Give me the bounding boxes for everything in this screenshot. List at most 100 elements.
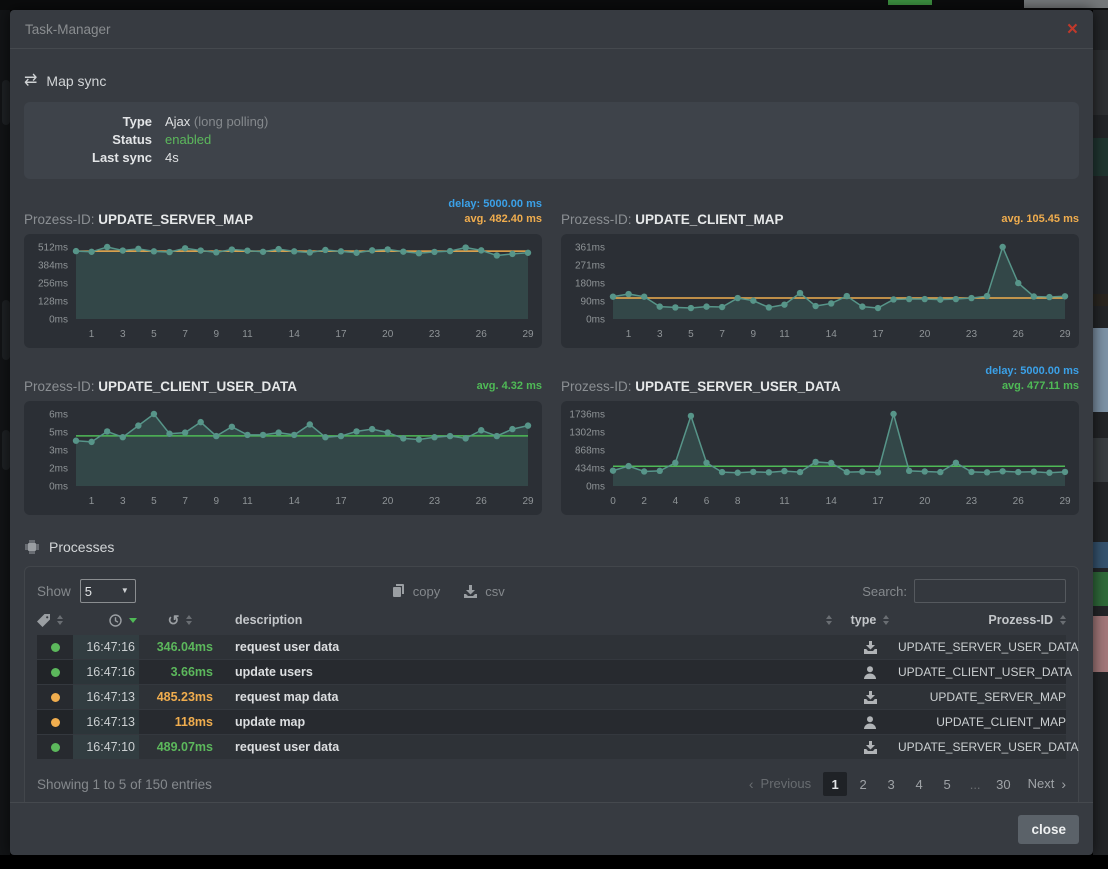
download-icon	[842, 691, 898, 704]
svg-text:29: 29	[1059, 496, 1071, 507]
chart-title: Prozess-ID: UPDATE_SERVER_USER_DATA	[561, 379, 841, 396]
description-cell: request map data	[221, 690, 842, 704]
svg-text:5: 5	[688, 329, 694, 340]
svg-text:0ms: 0ms	[49, 315, 68, 326]
svg-text:0ms: 0ms	[586, 482, 605, 493]
delay-label	[477, 364, 542, 379]
svg-text:3: 3	[120, 496, 126, 507]
user-icon	[842, 716, 898, 729]
page-button-30[interactable]: 30	[991, 772, 1015, 796]
show-entries-select[interactable]: 5	[80, 579, 136, 603]
status-dot-icon	[51, 643, 60, 652]
column-header-time[interactable]	[73, 614, 139, 627]
chart-stats: avg. 4.32 ms	[477, 364, 542, 396]
time-cell: 16:47:16	[73, 635, 139, 659]
svg-text:434ms: 434ms	[575, 464, 605, 475]
processes-table-panel: Show 5 ▼ copy	[24, 566, 1079, 802]
chart-panel: 512ms384ms256ms128ms0ms13579111417202326…	[24, 234, 542, 348]
history-icon: ↺	[168, 613, 180, 627]
time-cell: 16:47:10	[73, 735, 139, 759]
status-dot-icon	[51, 668, 60, 677]
svg-text:271ms: 271ms	[575, 261, 605, 272]
page-button-5[interactable]: 5	[935, 772, 959, 796]
search-input[interactable]	[914, 579, 1066, 603]
svg-text:868ms: 868ms	[575, 446, 605, 457]
column-header-prozess-id[interactable]: Prozess-ID	[898, 613, 1066, 627]
map-sync-heading: ⇄ Map sync	[24, 73, 1079, 89]
processes-heading-label: Processes	[49, 539, 114, 555]
svg-text:26: 26	[1013, 496, 1025, 507]
duration-cell: 485.23ms	[139, 690, 221, 704]
svg-text:17: 17	[335, 329, 347, 340]
svg-text:9: 9	[213, 496, 219, 507]
table-row: 16:47:13485.23msrequest map dataUPDATE_S…	[37, 685, 1066, 709]
type-label: Type	[24, 113, 152, 131]
page-button-1[interactable]: 1	[823, 772, 847, 796]
time-cell: 16:47:13	[73, 710, 139, 734]
svg-text:90ms: 90ms	[581, 297, 605, 308]
description-cell: request user data	[221, 640, 842, 654]
description-cell: request user data	[221, 740, 842, 754]
svg-text:29: 29	[522, 329, 534, 340]
column-header-type[interactable]: type	[842, 613, 898, 627]
close-button[interactable]: close	[1018, 815, 1079, 844]
svg-text:128ms: 128ms	[38, 297, 68, 308]
background-scrollbar-segment	[1024, 0, 1108, 8]
prozess-id-cell: UPDATE_SERVER_MAP	[898, 690, 1066, 704]
prozess-id-cell: UPDATE_CLIENT_MAP	[898, 715, 1066, 729]
next-page-button[interactable]: Next ›	[1028, 776, 1066, 792]
avg-label: avg. 105.45 ms	[1001, 212, 1079, 227]
svg-text:256ms: 256ms	[38, 279, 68, 290]
svg-text:26: 26	[1013, 329, 1025, 340]
svg-text:14: 14	[826, 496, 838, 507]
charts-grid: Prozess-ID: UPDATE_SERVER_MAP delay: 500…	[24, 181, 1079, 515]
svg-text:1: 1	[626, 329, 632, 340]
svg-text:512ms: 512ms	[38, 243, 68, 254]
svg-text:3: 3	[657, 329, 663, 340]
svg-text:5: 5	[151, 496, 157, 507]
modal-title: Task-Manager	[25, 22, 111, 37]
download-icon	[842, 641, 898, 654]
svg-text:0ms: 0ms	[49, 482, 68, 493]
svg-text:14: 14	[826, 329, 838, 340]
page-button-4[interactable]: 4	[907, 772, 931, 796]
type-suffix: (long polling)	[194, 114, 268, 129]
info-row-status: Status enabled	[24, 131, 1079, 149]
table-controls: Show 5 ▼ copy	[37, 578, 1066, 604]
svg-text:20: 20	[919, 329, 931, 340]
column-header-status[interactable]	[37, 614, 73, 627]
csv-button[interactable]: csv	[464, 584, 505, 599]
page-button-2[interactable]: 2	[851, 772, 875, 796]
task-manager-modal: Task-Manager × ⇄ Map sync Type Ajax (lon…	[10, 10, 1093, 855]
svg-text:6ms: 6ms	[49, 410, 68, 421]
svg-text:2: 2	[641, 496, 647, 507]
svg-text:1736ms: 1736ms	[569, 410, 605, 421]
avg-label: avg. 477.11 ms	[985, 379, 1079, 394]
status-value: enabled	[165, 131, 211, 149]
chart-panel: 1736ms1302ms868ms434ms0ms024681114172023…	[561, 401, 1079, 515]
svg-text:8: 8	[735, 496, 741, 507]
swap-arrows-icon: ⇄	[24, 73, 37, 89]
delay-label: delay: 5000.00 ms	[985, 364, 1079, 379]
previous-page-button[interactable]: ‹ Previous	[749, 776, 811, 792]
svg-text:180ms: 180ms	[575, 279, 605, 290]
svg-text:14: 14	[289, 329, 301, 340]
column-header-description[interactable]: description	[221, 613, 842, 627]
page-button-3[interactable]: 3	[879, 772, 903, 796]
svg-text:11: 11	[242, 496, 253, 507]
close-icon[interactable]: ×	[1067, 20, 1078, 39]
sort-descending-icon	[129, 618, 137, 623]
svg-text:1: 1	[89, 329, 95, 340]
prozess-id-cell: UPDATE_CLIENT_USER_DATA	[898, 665, 1066, 679]
table-row: 16:47:10489.07msrequest user dataUPDATE_…	[37, 735, 1066, 759]
table-footer: Showing 1 to 5 of 150 entries ‹ Previous…	[37, 771, 1066, 797]
column-header-duration[interactable]: ↺	[139, 613, 221, 627]
chart-panel: 361ms271ms180ms90ms0ms135791114172023262…	[561, 234, 1079, 348]
page-ellipsis: ...	[963, 772, 987, 796]
svg-text:20: 20	[382, 496, 394, 507]
svg-text:384ms: 384ms	[38, 261, 68, 272]
copy-button[interactable]: copy	[392, 584, 440, 599]
duration-cell: 489.07ms	[139, 740, 221, 754]
svg-text:17: 17	[872, 496, 884, 507]
svg-text:5: 5	[151, 329, 157, 340]
